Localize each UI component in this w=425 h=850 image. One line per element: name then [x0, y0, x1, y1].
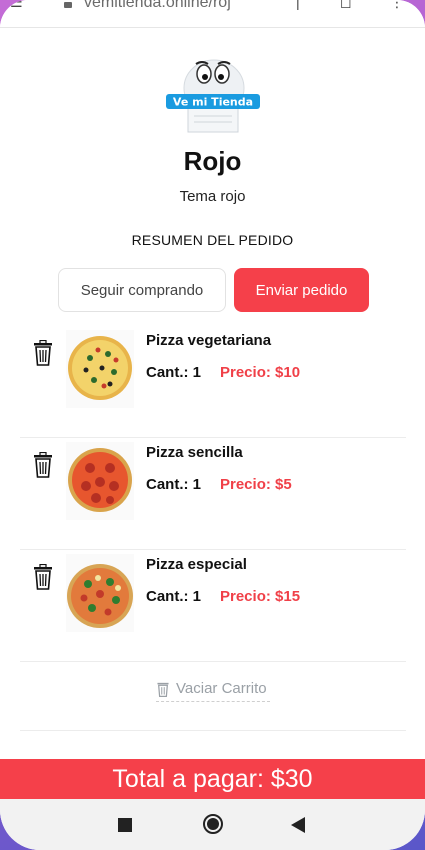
empty-cart-label: Vaciar Carrito — [176, 680, 267, 697]
total-bar: Total a pagar: $30 — [0, 759, 425, 799]
trash-icon[interactable] — [32, 340, 54, 366]
logo-text: Ve mi Tienda — [173, 96, 253, 109]
trash-icon — [157, 682, 169, 697]
android-nav-bar — [0, 799, 425, 850]
browser-url-bar: ☰ vemitienda.online/roj | ◻ ⋮ — [0, 0, 425, 28]
trash-icon[interactable] — [32, 564, 54, 590]
keep-shopping-button[interactable]: Seguir comprando — [58, 268, 226, 312]
item-price: Precio: $5 — [220, 476, 292, 493]
item-name: Pizza especial — [146, 556, 247, 573]
share-icon[interactable]: | — [296, 0, 300, 10]
trash-icon[interactable] — [32, 452, 54, 478]
menu-icon[interactable]: ☰ — [10, 0, 23, 11]
cart-item: Pizza especial Cant.: 1 Precio: $15 — [20, 550, 406, 662]
more-icon[interactable]: ⋮ — [390, 0, 404, 11]
empty-cart-button[interactable]: Vaciar Carrito — [156, 676, 270, 702]
cart-item: Pizza sencilla Cant.: 1 Precio: $5 — [20, 438, 406, 550]
product-image — [66, 442, 134, 520]
url-text[interactable]: vemitienda.online/roj — [84, 0, 231, 12]
order-summary-title: RESUMEN DEL PEDIDO — [131, 232, 294, 248]
store-subtitle: Tema rojo — [179, 188, 246, 205]
product-image — [66, 554, 134, 632]
item-price: Precio: $15 — [220, 588, 301, 605]
back-nav-icon[interactable] — [291, 817, 305, 833]
lock-icon — [64, 2, 72, 8]
item-name: Pizza vegetariana — [146, 332, 272, 349]
instagram-icon[interactable]: ◻ — [340, 0, 352, 11]
store-title: Rojo — [183, 146, 242, 176]
cart-item: Pizza vegetariana Cant.: 1 Precio: $10 — [20, 326, 406, 438]
phone-screen: ☰ vemitienda.online/roj | ◻ ⋮ Ve mi Tien… — [0, 0, 425, 850]
item-name: Pizza sencilla — [146, 444, 243, 461]
square-nav-icon[interactable] — [118, 818, 132, 832]
total-label: Total a pagar: $30 — [112, 764, 313, 793]
store-logo: Ve mi Tienda — [166, 59, 260, 133]
item-quantity: Cant.: 1 — [146, 364, 202, 381]
send-order-button[interactable]: Enviar pedido — [234, 268, 369, 312]
circle-nav-icon[interactable] — [202, 813, 224, 835]
item-price: Precio: $10 — [220, 364, 301, 381]
item-quantity: Cant.: 1 — [146, 588, 202, 605]
item-quantity: Cant.: 1 — [146, 476, 202, 493]
product-image — [66, 330, 134, 408]
divider — [20, 730, 406, 731]
